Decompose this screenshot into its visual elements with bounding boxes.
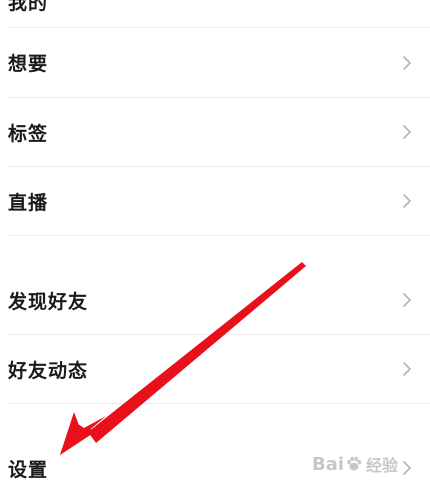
- chevron-right-icon: [402, 361, 412, 377]
- menu-item-label: 想要: [8, 53, 49, 75]
- section-divider: [8, 235, 430, 236]
- chevron-right-icon: [402, 55, 412, 71]
- menu-item-tags[interactable]: 标签: [0, 98, 430, 166]
- menu-item-label: 直播: [8, 191, 49, 214]
- baidu-watermark: Bai 经验: [312, 452, 398, 476]
- paw-icon: [347, 456, 362, 471]
- menu-item-label: 标签: [8, 122, 49, 145]
- menu-item-live[interactable]: 直播: [0, 167, 430, 235]
- divider: [8, 403, 430, 404]
- menu-item-label: 设置: [8, 458, 49, 481]
- chevron-right-icon: [402, 193, 412, 209]
- chevron-right-icon: [402, 292, 412, 308]
- menu-item-want[interactable]: 想要: [0, 28, 430, 97]
- menu-item-friend-activity[interactable]: 好友动态: [0, 335, 430, 403]
- watermark-suffix: 经验: [366, 456, 399, 475]
- menu-item-find-friends[interactable]: 发现好友: [0, 266, 430, 334]
- menu-item-label: 发现好友: [8, 290, 89, 313]
- settings-menu-screen: 我的 想要 标签 直播 发现好友 好友动态 设置 Bai 经验: [0, 0, 430, 500]
- menu-item-label: 我的: [8, 0, 49, 14]
- watermark-brand: Bai: [312, 453, 345, 475]
- chevron-right-icon: [402, 460, 412, 476]
- menu-item-label: 好友动态: [8, 359, 89, 382]
- menu-item-top-partial[interactable]: 我的: [0, 0, 430, 16]
- chevron-right-icon: [402, 124, 412, 140]
